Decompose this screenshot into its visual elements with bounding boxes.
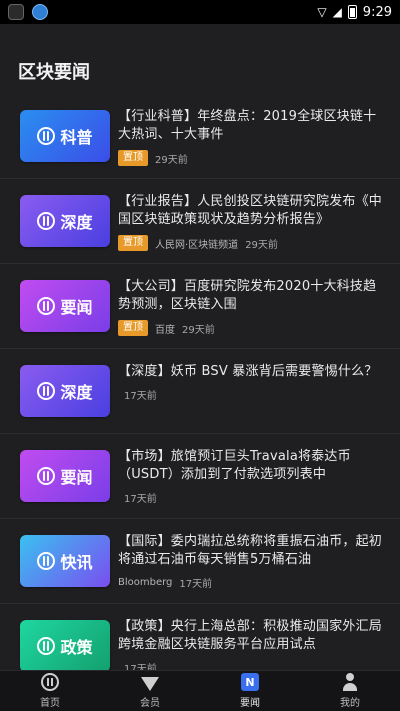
- thumbnail-label: 科普: [60, 128, 93, 147]
- article-time: 29天前: [245, 239, 278, 251]
- tab-mine[interactable]: 我的: [300, 673, 400, 709]
- tab-label: 会员: [140, 697, 160, 709]
- article-item[interactable]: 科普 【行业科普】年终盘点：2019全球区块链十大热词、十大事件置顶 29天前: [0, 94, 400, 179]
- article-meta: 17天前: [118, 490, 382, 505]
- article-meta: 17天前: [118, 387, 382, 402]
- tab-label: 我的: [340, 698, 360, 709]
- article-item[interactable]: 要闻 【市场】旅馆预订巨头Travala将泰达币（USDT）添加到了付款选项列表中…: [0, 434, 400, 519]
- article-thumbnail: 科普: [20, 110, 110, 162]
- article-meta: 置顶 人民网·区块链频道 29天前: [118, 235, 382, 251]
- article-time: 17天前: [124, 391, 157, 402]
- app-icon-blue: [32, 4, 48, 20]
- article-title: 【政策】央行上海总部：积极推动国家外汇局跨境金融区块链服务平台应用试点: [118, 619, 383, 652]
- thumbnail-label: 深度: [60, 213, 93, 232]
- pinned-badge: 置顶: [118, 320, 148, 336]
- article-title: 【国际】委内瑞拉总统称将重振石油币，起初将通过石油币每天销售5万桶石油: [118, 534, 383, 567]
- article-meta: 置顶 29天前: [118, 150, 382, 166]
- article-title: 【市场】旅馆预订巨头Travala将泰达币（USDT）添加到了付款选项列表中: [118, 449, 351, 482]
- article-thumbnail: 快讯: [20, 535, 110, 587]
- brand-logo-icon: [37, 297, 56, 315]
- article-source: Bloomberg: [118, 577, 173, 588]
- tab-label: 要闻: [240, 698, 260, 709]
- thumbnail-label: 深度: [60, 383, 93, 402]
- article-meta: 置顶 百度 29天前: [118, 320, 382, 336]
- page-title: 区块要闻: [18, 62, 90, 83]
- user-icon: [341, 673, 359, 691]
- article-source: 百度: [155, 324, 175, 336]
- article-title: 【大公司】百度研究院发布2020十大科技趋势预测，区块链入围: [118, 279, 377, 312]
- article-source: 人民网·区块链频道: [155, 239, 239, 251]
- article-list: 科普 【行业科普】年终盘点：2019全球区块链十大热词、十大事件 置顶 29天前 深度【…: [0, 94, 400, 689]
- battery-icon: [347, 5, 357, 19]
- article-thumbnail: 要闻: [20, 450, 110, 502]
- app-icon: [8, 4, 24, 20]
- thumbnail-label: 要闻: [60, 298, 93, 317]
- bottom-tab-bar: 首页 会员 N 要闻 我的: [0, 670, 400, 711]
- article-item[interactable]: 快讯 【国际】委内瑞拉总统称将重振石油币，起初将通过石油币每天销售5万桶石油 Blo…: [0, 519, 400, 604]
- article-item[interactable]: 深度 【深度】妖币 BSV 暴涨背后需要警惕什么？ 17天前: [0, 349, 400, 434]
- home-icon: [41, 673, 59, 691]
- article-thumbnail: 深度: [20, 195, 110, 247]
- pinned-badge: 置顶: [118, 235, 148, 251]
- article-thumbnail: 要闻: [20, 280, 110, 332]
- article-thumbnail: 深度: [20, 365, 110, 417]
- brand-logo-icon: [37, 382, 56, 400]
- article-item[interactable]: 要闻 【大公司】百度研究院发布2020十大科技趋势预测，区块链入围置顶 百度 29天前: [0, 264, 400, 349]
- article-title: 【行业科普】年终盘点：2019全球区块链十大热词、十大事件: [118, 109, 377, 142]
- thumbnail-label: 快讯: [60, 553, 93, 572]
- news-icon: N: [241, 673, 259, 691]
- thumbnail-label: 政策: [60, 638, 93, 657]
- brand-logo-icon: [37, 127, 56, 145]
- tab-news[interactable]: N 要闻: [200, 673, 300, 709]
- tab-home[interactable]: 首页: [0, 673, 100, 709]
- tab-vip[interactable]: 会员: [100, 674, 200, 709]
- article-time: 29天前: [155, 154, 188, 166]
- wifi-icon: ▽: [317, 5, 327, 19]
- brand-logo-icon: [37, 467, 56, 485]
- article-title: 【行业报告】人民创投区块链研究院发布《中国区块链政策现状及趋势分析报告》: [118, 194, 383, 227]
- article-item[interactable]: 深度 【行业报告】人民创投区块链研究院发布《中国区块链政策现状及趋势分析报告》置顶…: [0, 179, 400, 264]
- article-meta: Bloomberg 17天前: [118, 575, 382, 590]
- thumbnail-label: 要闻: [60, 468, 93, 487]
- article-time: 17天前: [124, 494, 157, 505]
- signal-icon: ◢: [332, 5, 342, 19]
- status-time: 9:29: [362, 4, 392, 20]
- pinned-badge: 置顶: [118, 150, 148, 166]
- article-time: 17天前: [179, 579, 213, 590]
- vip-diamond-icon: [141, 676, 159, 691]
- article-thumbnail: 政策: [20, 620, 110, 672]
- brand-logo-icon: [37, 552, 56, 570]
- article-time: 29天前: [182, 324, 215, 336]
- brand-logo-icon: [37, 212, 56, 230]
- tab-label: 首页: [40, 698, 60, 709]
- brand-logo-icon: [37, 637, 56, 655]
- article-title: 【深度】妖币 BSV 暴涨背后需要警惕什么？: [118, 364, 378, 379]
- status-bar: ▽ ◢ 9:29: [0, 0, 400, 24]
